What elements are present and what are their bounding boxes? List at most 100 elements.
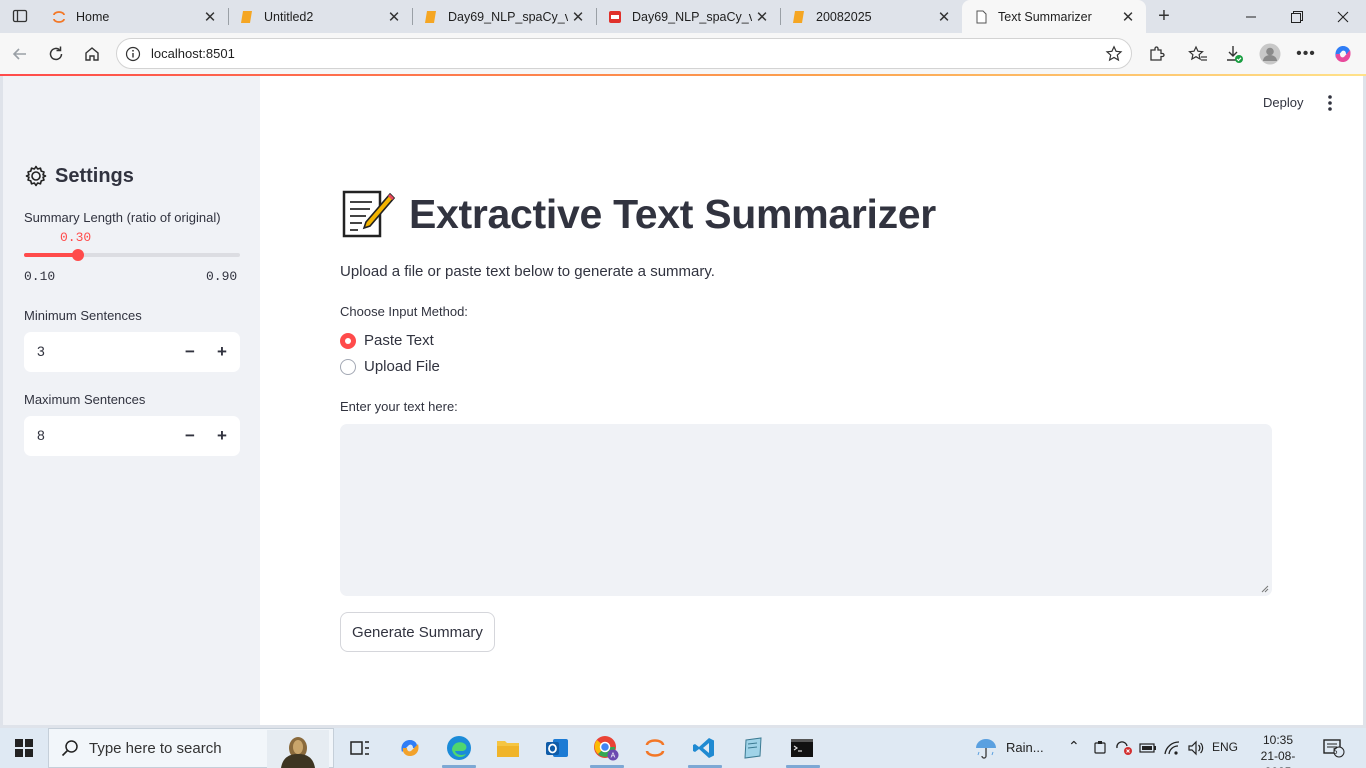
taskbar-terminal-app[interactable] bbox=[788, 734, 816, 762]
radio-paste-text[interactable]: Paste Text bbox=[340, 332, 434, 349]
copilot-button[interactable] bbox=[1331, 42, 1355, 66]
tray-volume-icon[interactable] bbox=[1182, 734, 1210, 762]
deploy-button[interactable]: Deploy bbox=[1263, 95, 1303, 110]
taskbar-copilot-app[interactable] bbox=[396, 734, 424, 762]
taskbar-edge-app[interactable] bbox=[445, 734, 473, 762]
taskbar-file-explorer[interactable] bbox=[494, 734, 522, 762]
url-text: localhost:8501 bbox=[151, 46, 235, 61]
settings-heading: Settings bbox=[55, 164, 134, 187]
jupyter-icon bbox=[53, 10, 65, 23]
task-view-icon bbox=[350, 741, 369, 755]
close-tab-icon[interactable]: ✕ bbox=[934, 7, 954, 27]
clock-date: 21-08-2025 bbox=[1260, 749, 1296, 768]
windows-logo-icon bbox=[15, 739, 33, 757]
battery-charging-icon bbox=[1139, 743, 1156, 753]
home-button[interactable] bbox=[80, 42, 104, 66]
show-hidden-icons-icon[interactable]: ⌃ bbox=[1068, 738, 1080, 755]
new-tab-button[interactable]: + bbox=[1152, 5, 1176, 27]
extensions-button[interactable] bbox=[1145, 42, 1169, 66]
min-sentences-decrement-button[interactable]: − bbox=[178, 340, 202, 364]
page-subtitle: Upload a file or paste text below to gen… bbox=[340, 263, 715, 280]
memo-icon bbox=[342, 190, 396, 238]
min-sentences-increment-button[interactable]: + bbox=[210, 340, 234, 364]
radio-upload-file[interactable]: Upload File bbox=[340, 358, 440, 375]
close-tab-icon[interactable]: ✕ bbox=[752, 7, 772, 27]
tab-day69-pdf[interactable]: Day69_NLP_spaCy_vs_N ✕ bbox=[596, 0, 780, 33]
close-tab-icon[interactable]: ✕ bbox=[384, 7, 404, 27]
radio-unselected-icon[interactable] bbox=[340, 358, 356, 375]
taskbar-search-box[interactable]: Type here to search bbox=[48, 728, 334, 768]
favorites-list-icon bbox=[1188, 45, 1207, 61]
sidebar-title: Settings bbox=[24, 164, 134, 188]
profile-button[interactable] bbox=[1258, 42, 1282, 66]
min-sentences-label: Minimum Sentences bbox=[24, 308, 142, 323]
site-info-icon[interactable] bbox=[125, 46, 141, 62]
slider-fill bbox=[24, 253, 78, 257]
reload-button[interactable] bbox=[44, 42, 68, 66]
start-button[interactable] bbox=[10, 734, 38, 762]
reload-icon bbox=[49, 46, 63, 61]
tab-actions-icon bbox=[12, 9, 28, 23]
svg-text:A: A bbox=[611, 753, 616, 760]
radio-selected-icon[interactable] bbox=[340, 332, 356, 349]
restore-button[interactable] bbox=[1274, 0, 1320, 33]
favorites-button[interactable] bbox=[1186, 42, 1210, 66]
generate-summary-button[interactable]: Generate Summary bbox=[340, 612, 495, 652]
taskbar-notepad-app[interactable] bbox=[739, 734, 767, 762]
main-content: Deploy Extractive Text Summarizer Upload… bbox=[260, 76, 1363, 725]
radio-label: Upload File bbox=[364, 358, 440, 375]
close-window-button[interactable] bbox=[1320, 0, 1366, 33]
taskbar-outlook-app[interactable] bbox=[543, 734, 571, 762]
close-tab-icon[interactable]: ✕ bbox=[568, 7, 588, 27]
max-sentences-increment-button[interactable]: + bbox=[210, 424, 234, 448]
minimize-button[interactable] bbox=[1228, 0, 1274, 33]
tab-20082025[interactable]: 20082025 ✕ bbox=[780, 0, 962, 33]
tab-text-summarizer[interactable]: Text Summarizer ✕ bbox=[962, 0, 1146, 33]
tab-title: Day69_NLP_spaCy_vs_N bbox=[632, 9, 752, 24]
taskbar-chrome-app[interactable]: A bbox=[592, 734, 620, 762]
tab-untitled2[interactable]: Untitled2 ✕ bbox=[228, 0, 412, 33]
browser-toolbar: localhost:8501 ••• bbox=[0, 33, 1366, 74]
edge-browser-icon bbox=[447, 736, 471, 760]
address-bar[interactable]: localhost:8501 bbox=[116, 38, 1132, 69]
close-tab-icon[interactable]: ✕ bbox=[200, 7, 220, 27]
summary-length-slider[interactable] bbox=[24, 249, 240, 261]
radio-label: Paste Text bbox=[364, 332, 434, 349]
notebook-icon bbox=[793, 10, 804, 23]
downloads-button[interactable] bbox=[1222, 42, 1246, 66]
max-sentences-decrement-button[interactable]: − bbox=[178, 424, 202, 448]
close-tab-icon[interactable]: ✕ bbox=[1118, 7, 1138, 27]
vertical-dots-icon bbox=[1328, 95, 1332, 111]
task-view-button[interactable] bbox=[346, 734, 374, 762]
max-sentences-value[interactable]: 8 bbox=[37, 427, 45, 443]
weather-text[interactable]: Rain... bbox=[1006, 740, 1044, 755]
taskbar-vscode-app[interactable] bbox=[690, 734, 718, 762]
tab-title: Text Summarizer bbox=[998, 9, 1092, 24]
slider-min-label: 0.10 bbox=[24, 269, 56, 284]
back-button[interactable] bbox=[8, 42, 32, 66]
page-title: Extractive Text Summarizer bbox=[340, 186, 936, 242]
tab-actions-button[interactable] bbox=[8, 5, 32, 27]
min-sentences-value[interactable]: 3 bbox=[37, 343, 45, 359]
max-sentences-input[interactable]: 8 − + bbox=[24, 416, 240, 456]
notebook-icon bbox=[425, 10, 436, 23]
favorite-star-icon[interactable] bbox=[1105, 45, 1123, 63]
tab-day69-notebook[interactable]: Day69_NLP_spaCy_vs_N ✕ bbox=[412, 0, 596, 33]
weather-widget-icon-button[interactable] bbox=[972, 734, 1000, 762]
min-sentences-input[interactable]: 3 − + bbox=[24, 332, 240, 372]
settings-more-button[interactable]: ••• bbox=[1294, 42, 1318, 66]
main-menu-button[interactable] bbox=[1322, 93, 1338, 113]
taskbar-clock[interactable]: 10:35 21-08-2025 bbox=[1248, 732, 1308, 768]
tab-home[interactable]: Home ✕ bbox=[40, 0, 228, 33]
notification-center-button[interactable]: 5 bbox=[1320, 734, 1348, 762]
terminal-icon bbox=[791, 739, 813, 757]
slider-thumb[interactable] bbox=[72, 249, 84, 261]
text-input-label: Enter your text here: bbox=[340, 399, 458, 414]
text-input-area[interactable] bbox=[340, 424, 1272, 596]
resize-grip-icon[interactable] bbox=[1261, 585, 1269, 593]
taskbar-jupyter-app[interactable] bbox=[641, 734, 669, 762]
jupyter-icon bbox=[645, 739, 665, 757]
minimize-icon bbox=[1246, 16, 1256, 17]
outlook-icon bbox=[546, 739, 568, 757]
language-indicator[interactable]: ENG bbox=[1212, 740, 1238, 754]
